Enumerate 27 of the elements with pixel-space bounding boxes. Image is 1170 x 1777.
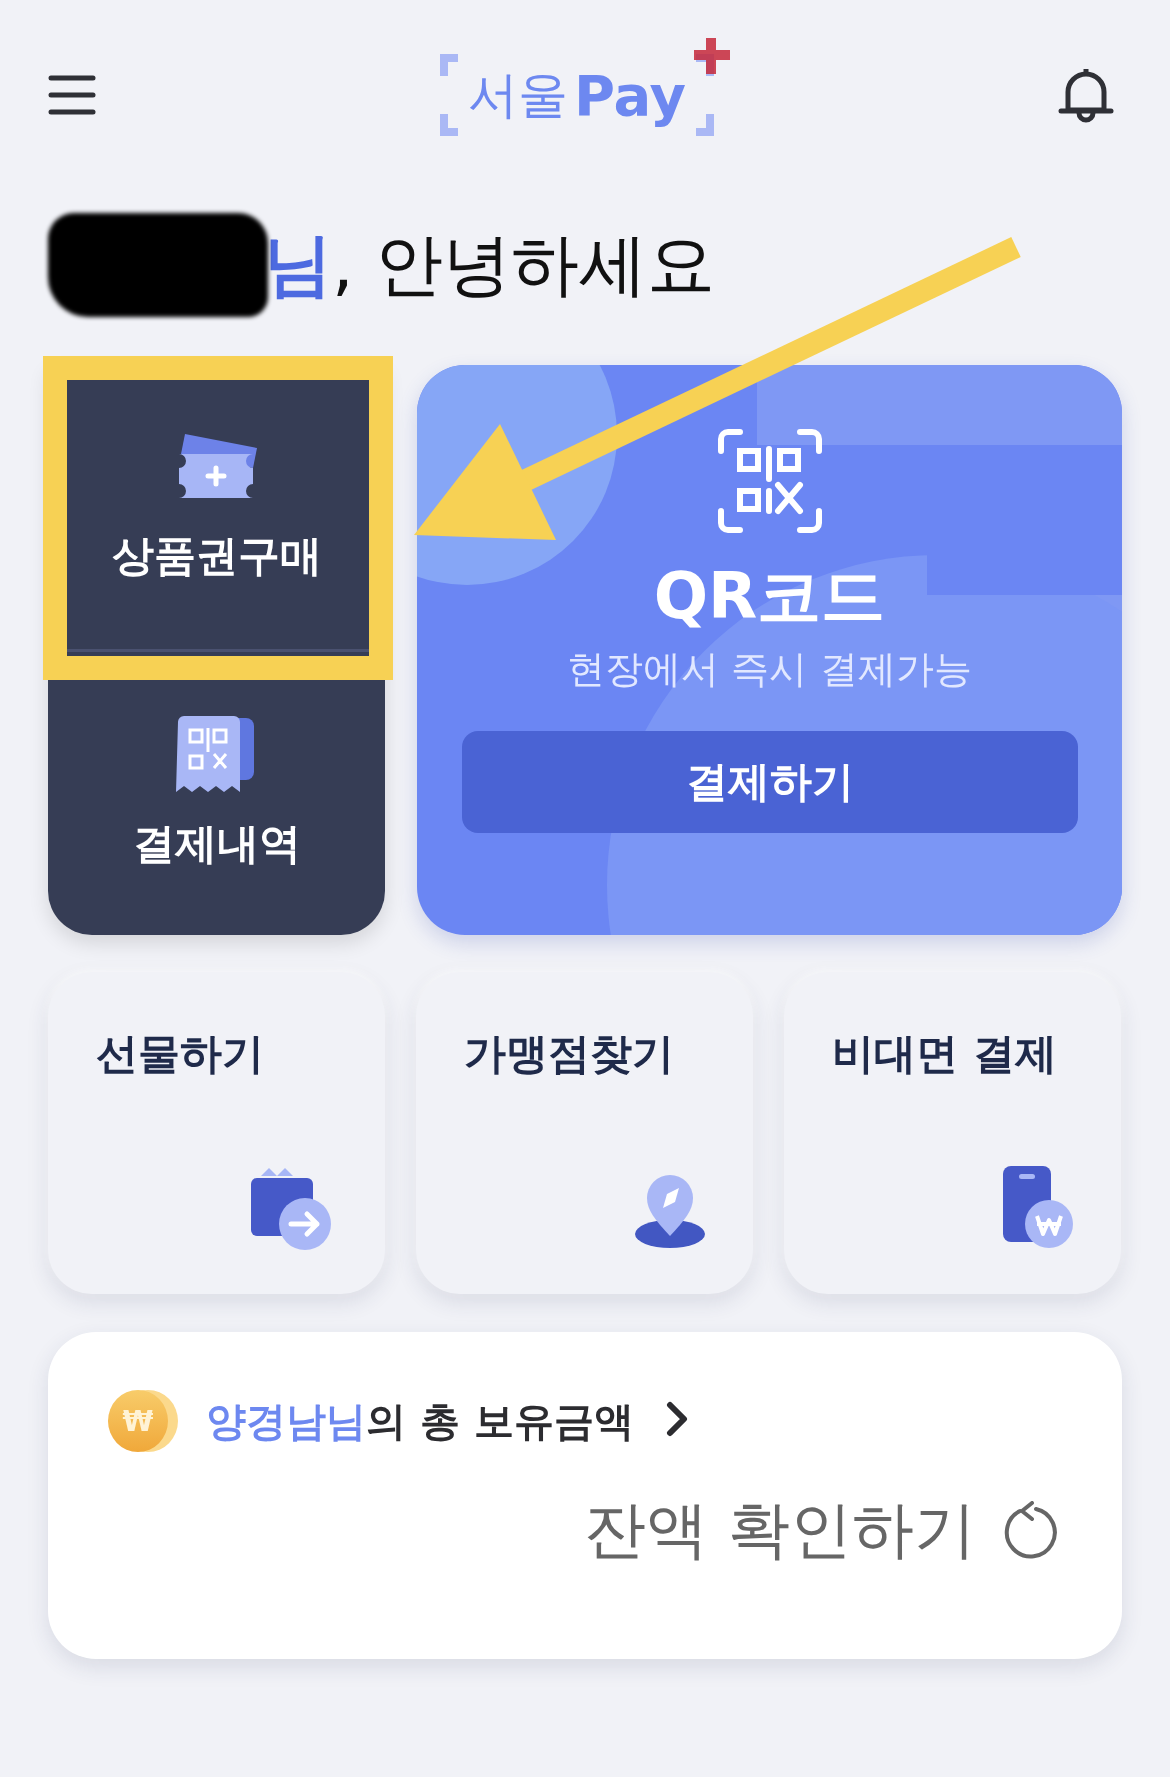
owner-name: 양경남님 [206,1396,366,1446]
refresh-icon[interactable] [1002,1501,1058,1559]
qr-code-icon [717,429,822,533]
shortcut-card[interactable]: 가맹점찾기 [416,972,753,1294]
pay-button[interactable]: 결제하기 [461,731,1078,833]
menu-label: 상품권구매 [111,529,322,582]
shortcut-label: 비대면 결제 [832,1028,1058,1080]
logo-text: Pay [573,62,687,128]
plus-icon [694,38,731,74]
qr-subtitle: 현장에서 즉시 결제가능 [567,646,972,693]
shortcut-label: 선물하기 [96,1028,265,1080]
menu-tile[interactable]: 결제내역 [48,651,385,935]
logo-text: 서울 [467,64,568,126]
phone-won-icon [1001,1164,1075,1250]
check-balance-link[interactable]: 잔액 확인하기 [584,1488,976,1572]
greeting-text: , 안녕하세요 [332,223,716,306]
menu-tile[interactable]: 상품권구매 [48,365,385,652]
chevron-right-icon[interactable] [665,1401,688,1437]
menu-icon[interactable] [48,74,96,116]
user-name-suffix: 님 [264,223,332,306]
qr-title: QR코드 [653,558,886,635]
notification-bell-icon[interactable] [1058,66,1114,124]
balance-title: 의 총 보유금액 [366,1396,634,1446]
shortcut-card[interactable]: 비대면 결제 [784,972,1121,1294]
shortcut-label: 가맹점찾기 [464,1028,675,1080]
shortcut-card[interactable]: 선물하기 [48,972,385,1294]
menu-label: 결제내역 [132,818,301,871]
